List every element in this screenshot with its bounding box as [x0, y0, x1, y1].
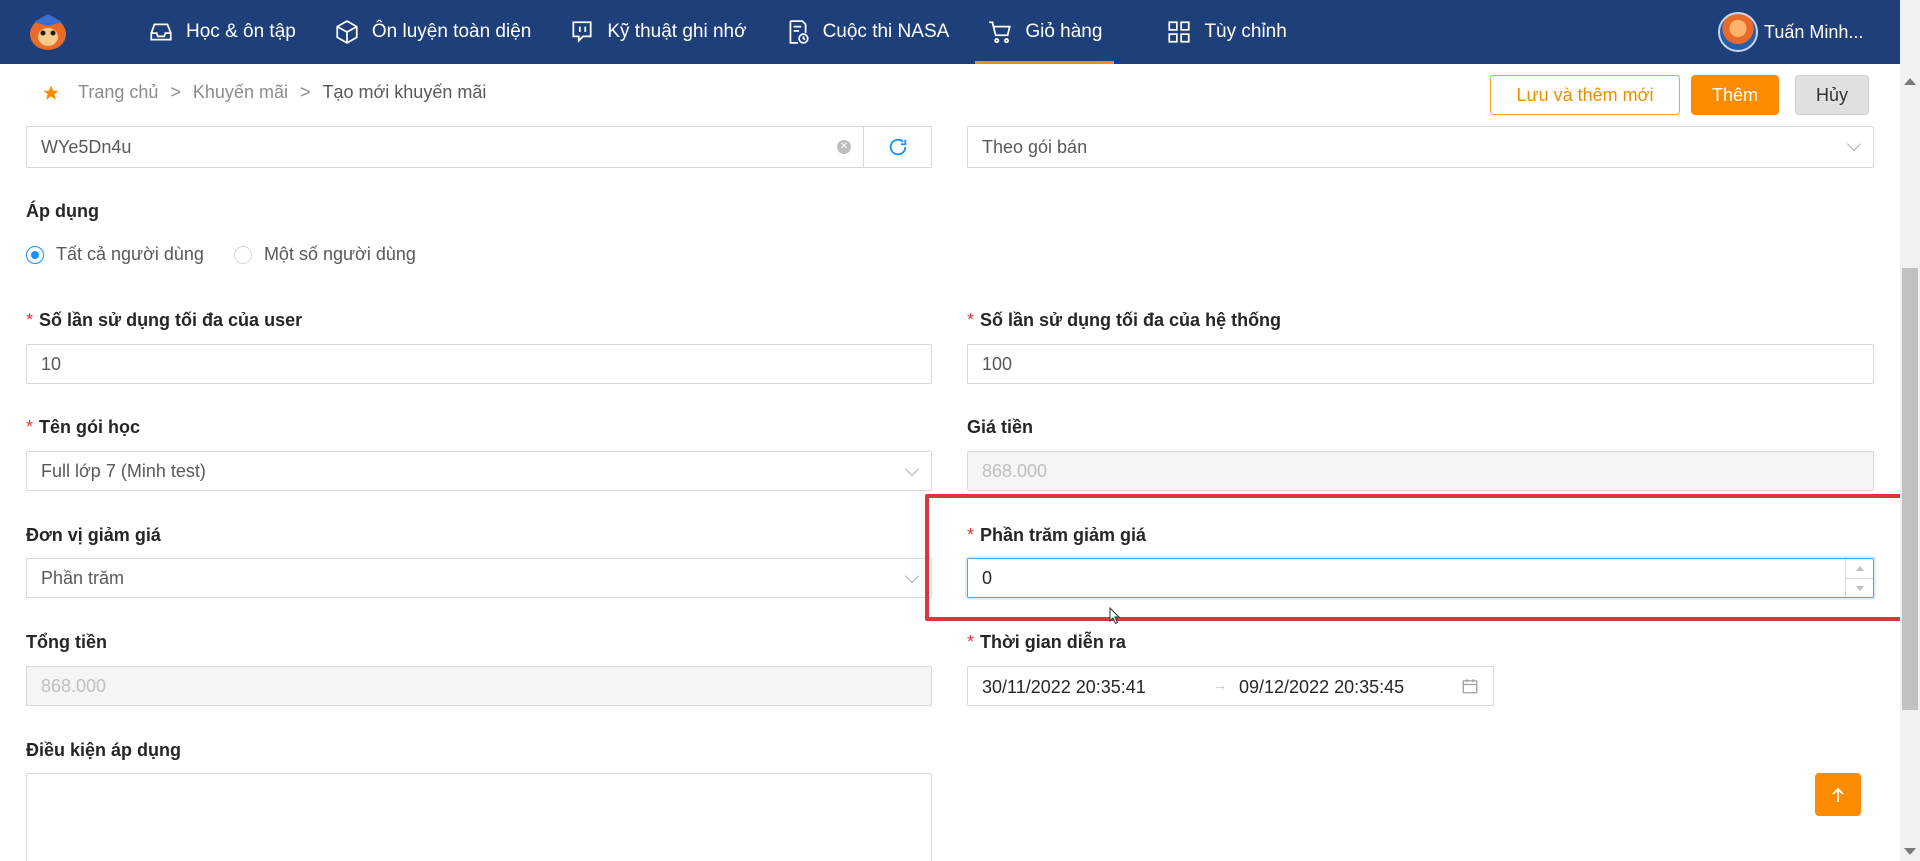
range-separator: → [1213, 677, 1227, 693]
breadcrumb-separator: > [170, 82, 181, 102]
nav-item-ky-thuat[interactable]: Kỹ thuật ghi nhớ [569, 0, 747, 64]
end-date[interactable]: 09/12/2022 20:35:45 [1239, 677, 1404, 698]
nav-item-label: Học & ôn tập [186, 21, 296, 42]
user-menu[interactable]: Tuấn Minh... [1718, 10, 1863, 54]
max-system-input[interactable]: 100 [967, 344, 1874, 384]
scroll-thumb[interactable] [1902, 268, 1918, 710]
promo-type-value: Theo gói bán [982, 136, 1088, 157]
max-user-value: 10 [41, 353, 62, 374]
inbox-icon [150, 23, 172, 41]
nav-item-label: Cuộc thi NASA [822, 21, 950, 42]
breadcrumb-home[interactable]: Trang chủ [78, 82, 158, 103]
cancel-button[interactable]: Hủy [1795, 75, 1869, 115]
condition-textarea[interactable] [26, 773, 932, 861]
breadcrumb-section[interactable]: Khuyến mãi [193, 82, 288, 103]
breadcrumb-separator: > [299, 82, 311, 102]
star-icon [42, 84, 60, 107]
arrow-up-icon [1832, 787, 1844, 802]
date-range-picker[interactable]: 30/11/2022 20:35:41 → 09/12/2022 20:35:4… [967, 666, 1494, 706]
document-clock-icon [789, 20, 809, 44]
package-label: * Tên gói học [26, 417, 141, 437]
discount-unit-value: Phần trăm [41, 567, 125, 588]
promo-type-select[interactable]: Theo gói bán [967, 126, 1874, 168]
avatar [1718, 12, 1758, 52]
price-input: 868.000 [967, 451, 1874, 491]
chevron-down-icon [1846, 136, 1862, 152]
nav-item-label: Ôn luyện toàn diện [371, 21, 532, 42]
top-navbar: Học & ôn tập Ôn luyện toàn diện Kỹ thuật… [0, 0, 1900, 64]
save-and-add-button[interactable]: Lưu và thêm mới [1490, 75, 1680, 115]
nav-item-tuy-chinh[interactable]: Tùy chỉnh [1166, 0, 1287, 64]
radio-some-users-label[interactable]: Một số người dùng [264, 244, 416, 265]
package-value: Full lớp 7 (Minh test) [41, 460, 206, 481]
scroll-down-icon[interactable] [1904, 848, 1916, 855]
grid-icon [1168, 21, 1191, 43]
nav-item-label: Giỏ hàng [1025, 21, 1103, 42]
highlight-annotation-box [925, 494, 1905, 621]
condition-label: Điều kiện áp dụng [26, 740, 182, 760]
radio-all-users[interactable] [26, 245, 44, 264]
nav-item-hoc-on-tap[interactable]: Học & ôn tập [148, 0, 296, 64]
mouse-cursor-icon [1109, 606, 1121, 630]
promo-code-value: WYe5Dn4u [41, 136, 132, 157]
package-select[interactable]: Full lớp 7 (Minh test) [26, 451, 932, 491]
apply-label: Áp dụng [26, 201, 99, 221]
max-system-label: * Số lần sử dụng tối đa của hệ thống [967, 310, 1282, 330]
max-system-value: 100 [982, 353, 1013, 374]
apply-radio-group: Tất cả người dùng Một số người dùng [26, 244, 446, 265]
discount-unit-select[interactable]: Phần trăm [26, 558, 932, 598]
cube-icon [336, 20, 358, 44]
chevron-down-icon [904, 461, 920, 477]
promo-code-field[interactable]: WYe5Dn4u ✕ [26, 126, 864, 168]
max-user-label: * Số lần sử dụng tối đa của user [26, 310, 303, 330]
nav-item-gio-hang[interactable]: Giỏ hàng [975, 0, 1115, 64]
breadcrumb-current: Tạo mới khuyến mãi [322, 82, 487, 102]
user-name: Tuấn Minh... [1764, 21, 1864, 42]
refresh-icon [889, 138, 906, 156]
back-to-top-button[interactable] [1815, 773, 1861, 816]
discount-unit-label: Đơn vị giảm giá [26, 525, 161, 545]
radio-some-users[interactable] [233, 245, 252, 264]
breadcrumb: Trang chủ > Khuyến mãi > Tạo mới khuyến … [78, 82, 486, 103]
clear-icon[interactable]: ✕ [837, 140, 851, 154]
scroll-up-icon[interactable] [1904, 78, 1916, 85]
cart-icon [989, 21, 1012, 44]
radio-all-users-label[interactable]: Tất cả người dùng [56, 244, 204, 265]
nav-item-cuoc-thi[interactable]: Cuộc thi NASA [785, 0, 950, 64]
calendar-icon [1461, 677, 1479, 700]
chat-icon [572, 21, 592, 43]
total-label: Tổng tiền [26, 632, 107, 652]
logo-mascot-icon[interactable] [24, 12, 72, 52]
chevron-down-icon [904, 568, 920, 584]
nav-item-label: Kỹ thuật ghi nhớ [607, 21, 747, 42]
page-scrollbar[interactable] [1900, 0, 1920, 861]
total-value: 868.000 [41, 675, 107, 696]
nav-item-label: Tùy chỉnh [1204, 21, 1287, 42]
max-user-input[interactable]: 10 [26, 344, 932, 384]
add-button[interactable]: Thêm [1691, 75, 1779, 115]
total-input: 868.000 [26, 666, 932, 706]
main-nav: Học & ôn tập Ôn luyện toàn diện Kỹ thuật… [148, 0, 1287, 64]
time-label: * Thời gian diễn ra [967, 632, 1126, 652]
price-value: 868.000 [982, 460, 1048, 481]
price-label: Giá tiền [967, 417, 1034, 437]
regenerate-code-button[interactable] [863, 126, 932, 168]
start-date[interactable]: 30/11/2022 20:35:41 [982, 677, 1146, 698]
nav-item-on-luyen[interactable]: Ôn luyện toàn diện [334, 0, 532, 64]
